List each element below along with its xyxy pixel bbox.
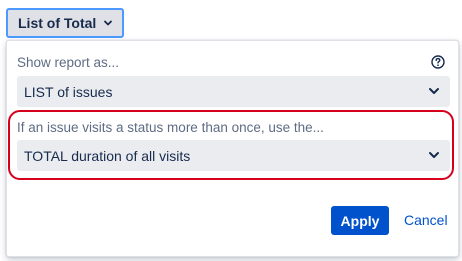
- report-type-value: LIST of issues: [24, 83, 113, 100]
- visit-duration-select[interactable]: TOTAL duration of all visits: [17, 140, 450, 171]
- visit-duration-value: TOTAL duration of all visits: [24, 147, 191, 164]
- apply-button[interactable]: Apply: [331, 206, 389, 235]
- chevron-down-icon: [427, 84, 441, 98]
- chevron-down-icon: [103, 18, 113, 28]
- trigger-label: List of Total: [18, 15, 97, 31]
- visits-label: If an issue visits a status more than on…: [17, 120, 324, 135]
- show-report-label: Show report as...: [17, 55, 120, 70]
- help-circle-icon[interactable]: [431, 55, 445, 69]
- chevron-down-icon: [427, 148, 441, 162]
- report-options-panel: Show report as... LIST of issues If an i…: [6, 40, 459, 257]
- report-type-select[interactable]: LIST of issues: [17, 76, 450, 107]
- cancel-link[interactable]: Cancel: [404, 212, 448, 228]
- list-of-total-dropdown-trigger[interactable]: List of Total: [6, 8, 124, 38]
